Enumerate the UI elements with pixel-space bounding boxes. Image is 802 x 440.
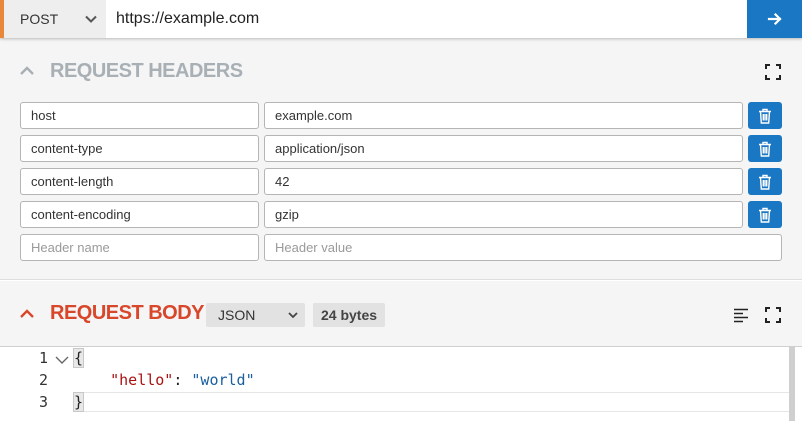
trash-icon	[759, 108, 771, 124]
trash-icon	[759, 207, 771, 223]
header-row: content-encoding gzip	[20, 201, 782, 228]
editor-scrollbar[interactable]	[789, 347, 795, 421]
json-value: "world"	[191, 371, 255, 389]
header-name-field[interactable]: host	[20, 102, 259, 129]
json-key: "hello"	[110, 371, 174, 389]
content-type-label: JSON	[218, 307, 256, 323]
header-value-field[interactable]: application/json	[264, 135, 743, 162]
format-align-icon[interactable]	[733, 307, 749, 323]
chevron-down-icon	[288, 312, 298, 319]
body-code-editor[interactable]: 1 2 3 { "hello": "world" }	[0, 346, 802, 440]
header-name-text: host	[31, 108, 56, 123]
header-value-text: application/json	[275, 141, 365, 156]
close-brace: }	[72, 392, 85, 412]
code-line: "hello": "world"	[74, 371, 255, 393]
url-input[interactable]: https://example.com	[106, 0, 747, 38]
fold-chevron-icon[interactable]	[55, 355, 69, 365]
header-row: content-type application/json	[20, 135, 782, 162]
content-type-select[interactable]: JSON	[206, 303, 305, 327]
fullscreen-icon[interactable]	[765, 64, 781, 80]
json-separator: :	[173, 371, 192, 389]
url-bar: POST https://example.com	[0, 0, 802, 38]
line-number: 2	[38, 371, 48, 389]
request-headers-section: REQUEST HEADERS host example.com content…	[0, 38, 802, 280]
request-headers-title: REQUEST HEADERS	[50, 59, 243, 82]
delete-header-button[interactable]	[748, 168, 782, 195]
header-row: host example.com	[20, 102, 782, 129]
delete-header-button[interactable]	[748, 102, 782, 129]
new-header-name-input[interactable]	[20, 234, 259, 261]
request-body-section: REQUEST BODY JSON 24 bytes 1 2 3 { "hell…	[0, 281, 802, 440]
header-value-field[interactable]: example.com	[264, 102, 743, 129]
code-line: {	[72, 348, 85, 371]
request-body-header: REQUEST BODY JSON 24 bytes	[0, 281, 802, 347]
header-name-field[interactable]: content-length	[20, 168, 259, 195]
line-number: 3	[38, 393, 48, 411]
header-value-field[interactable]: 42	[264, 168, 743, 195]
method-select[interactable]: POST	[0, 0, 106, 38]
fullscreen-icon[interactable]	[765, 307, 781, 323]
chevron-down-icon	[85, 15, 97, 23]
header-value-text: gzip	[275, 207, 299, 222]
header-name-text: content-encoding	[31, 207, 131, 222]
chevron-up-icon[interactable]	[18, 62, 36, 80]
line-number: 1	[38, 349, 48, 367]
arrow-right-icon	[767, 12, 782, 26]
trash-icon	[759, 174, 771, 190]
open-brace: {	[72, 348, 85, 368]
request-body-title[interactable]: REQUEST BODY	[50, 302, 205, 325]
new-header-value-input[interactable]	[264, 234, 782, 261]
chevron-up-icon[interactable]	[18, 305, 36, 323]
active-line-highlight	[74, 392, 790, 412]
header-value-text: example.com	[275, 108, 353, 123]
body-size-text: 24 bytes	[321, 307, 378, 323]
url-text: https://example.com	[116, 10, 260, 27]
header-name-field[interactable]: content-encoding	[20, 201, 259, 228]
request-headers-header[interactable]: REQUEST HEADERS	[0, 41, 802, 101]
delete-header-button[interactable]	[748, 201, 782, 228]
code-line: }	[72, 392, 85, 415]
header-name-text: content-type	[31, 141, 103, 156]
header-name-input[interactable]	[31, 240, 258, 255]
delete-header-button[interactable]	[748, 135, 782, 162]
new-header-row	[20, 234, 782, 261]
method-label: POST	[20, 11, 59, 27]
body-size-badge: 24 bytes	[313, 303, 386, 327]
header-name-field[interactable]: content-type	[20, 135, 259, 162]
header-row: content-length 42	[20, 168, 782, 195]
header-value-text: 42	[275, 174, 290, 189]
header-value-field[interactable]: gzip	[264, 201, 743, 228]
line-number-gutter: 1 2 3	[0, 347, 58, 440]
header-name-text: content-length	[31, 174, 114, 189]
trash-icon	[759, 141, 771, 157]
send-button[interactable]	[747, 0, 802, 38]
header-value-input[interactable]	[275, 240, 781, 255]
